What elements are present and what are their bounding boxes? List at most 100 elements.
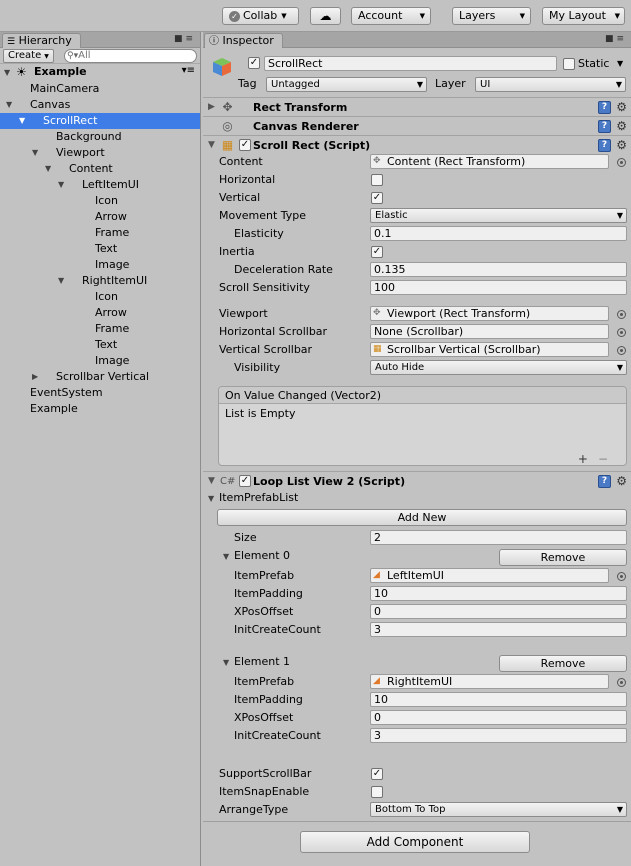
object-picker-icon[interactable] bbox=[617, 158, 626, 167]
hierarchy-search[interactable]: ⚲▾ bbox=[64, 49, 197, 63]
expand-arrow-icon[interactable]: ▼ bbox=[208, 137, 215, 154]
init-create-count-field[interactable]: 3 bbox=[370, 622, 627, 637]
menu-icon[interactable]: ≡ bbox=[616, 34, 627, 44]
size-field[interactable]: 2 bbox=[370, 530, 627, 545]
vertical-scrollbar-field[interactable]: ▦ Scrollbar Vertical (Scrollbar) bbox=[370, 342, 609, 357]
tree-item[interactable]: Image bbox=[0, 353, 200, 369]
add-new-button[interactable]: Add New bbox=[217, 509, 627, 526]
loop-list-enabled-checkbox[interactable]: ✓ bbox=[239, 475, 251, 487]
tree-item[interactable]: Icon bbox=[0, 289, 200, 305]
static-dropdown-icon[interactable]: ▼ bbox=[617, 59, 623, 68]
expand-arrow-icon[interactable]: ▼ bbox=[208, 494, 214, 503]
inertia-checkbox[interactable]: ✓ bbox=[371, 246, 383, 258]
tree-item[interactable]: Icon bbox=[0, 193, 200, 209]
object-name-field[interactable]: ScrollRect bbox=[264, 56, 557, 71]
movement-type-dropdown[interactable]: Elastic ▼ bbox=[370, 208, 627, 223]
active-checkbox[interactable]: ✓ bbox=[248, 57, 260, 69]
tab-inspector[interactable]: ⓘ Inspector bbox=[204, 33, 283, 48]
expand-arrow-icon[interactable]: ▶ bbox=[32, 369, 38, 385]
create-dropdown[interactable]: Create ▼ bbox=[3, 49, 54, 63]
remove-element-0-button[interactable]: Remove bbox=[499, 549, 627, 566]
static-checkbox[interactable] bbox=[563, 58, 575, 70]
expand-arrow-icon[interactable]: ▼ bbox=[19, 113, 25, 129]
tree-item[interactable]: Image bbox=[0, 257, 200, 273]
object-picker-icon[interactable] bbox=[617, 346, 626, 355]
item-padding-field[interactable]: 10 bbox=[370, 586, 627, 601]
expand-arrow-icon[interactable]: ▼ bbox=[208, 473, 215, 490]
rect-transform-header[interactable]: ▶ ✥ Rect Transform ? ⚙ bbox=[203, 97, 631, 116]
expand-arrow-icon[interactable]: ▼ bbox=[45, 161, 51, 177]
tree-item[interactable]: ▼ RightItemUI bbox=[0, 273, 200, 289]
init-create-count-field[interactable]: 3 bbox=[370, 728, 627, 743]
tree-item[interactable]: ▼ ScrollRect bbox=[0, 113, 200, 129]
object-picker-icon[interactable] bbox=[617, 328, 626, 337]
tree-item[interactable]: ▼ Canvas bbox=[0, 97, 200, 113]
tab-hierarchy[interactable]: ☰ Hierarchy bbox=[2, 33, 81, 48]
gear-icon[interactable]: ⚙ bbox=[616, 473, 627, 490]
tree-item[interactable]: MainCamera bbox=[0, 81, 200, 97]
cloud-button[interactable]: ☁ bbox=[310, 7, 341, 25]
gear-icon[interactable]: ⚙ bbox=[616, 118, 627, 135]
horizontal-scrollbar-field[interactable]: None (Scrollbar) bbox=[370, 324, 609, 339]
object-picker-icon[interactable] bbox=[617, 310, 626, 319]
support-scrollbar-checkbox[interactable]: ✓ bbox=[371, 768, 383, 780]
layers-dropdown[interactable]: Layers ▼ bbox=[452, 7, 531, 25]
horizontal-checkbox[interactable] bbox=[371, 174, 383, 186]
object-picker-icon[interactable] bbox=[617, 572, 626, 581]
tree-item[interactable]: Arrow bbox=[0, 209, 200, 225]
scroll-rect-enabled-checkbox[interactable]: ✓ bbox=[239, 139, 251, 151]
tree-item[interactable]: Text bbox=[0, 337, 200, 353]
lock-icon[interactable]: ■ bbox=[174, 34, 186, 44]
help-icon[interactable]: ? bbox=[598, 139, 611, 152]
layout-dropdown[interactable]: My Layout ▼ bbox=[542, 7, 625, 25]
canvas-renderer-header[interactable]: ◎ Canvas Renderer ? ⚙ bbox=[203, 116, 631, 135]
lock-icon[interactable]: ■ bbox=[605, 34, 617, 44]
arrange-type-dropdown[interactable]: Bottom To Top ▼ bbox=[370, 802, 627, 817]
tree-item[interactable]: ▼ Content bbox=[0, 161, 200, 177]
expand-arrow-icon[interactable]: ▼ bbox=[32, 145, 38, 161]
expand-arrow-icon[interactable]: ▶ bbox=[208, 99, 215, 116]
item-prefab-field[interactable]: ◢ RightItemUI bbox=[370, 674, 609, 689]
gear-icon[interactable]: ⚙ bbox=[616, 99, 627, 116]
item-snap-checkbox[interactable] bbox=[371, 786, 383, 798]
vertical-checkbox[interactable]: ✓ bbox=[371, 192, 383, 204]
content-object-field[interactable]: ✥ Content (Rect Transform) bbox=[370, 154, 609, 169]
xpos-offset-field[interactable]: 0 bbox=[370, 604, 627, 619]
object-picker-icon[interactable] bbox=[617, 678, 626, 687]
deceleration-rate-field[interactable]: 0.135 bbox=[370, 262, 627, 277]
expand-arrow-icon[interactable]: ▼ bbox=[223, 658, 229, 667]
tree-item[interactable]: Text bbox=[0, 241, 200, 257]
elasticity-field[interactable]: 0.1 bbox=[370, 226, 627, 241]
add-listener-button[interactable]: + bbox=[578, 452, 598, 466]
item-padding-field[interactable]: 10 bbox=[370, 692, 627, 707]
help-icon[interactable]: ? bbox=[598, 120, 611, 133]
help-icon[interactable]: ? bbox=[598, 101, 611, 114]
tree-item[interactable]: ▼ Viewport bbox=[0, 145, 200, 161]
tag-dropdown[interactable]: Untagged ▼ bbox=[266, 77, 427, 92]
search-input[interactable] bbox=[78, 50, 179, 61]
expand-arrow-icon[interactable]: ▼ bbox=[223, 552, 229, 561]
tree-item[interactable]: ▼ LeftItemUI bbox=[0, 177, 200, 193]
xpos-offset-field[interactable]: 0 bbox=[370, 710, 627, 725]
visibility-dropdown[interactable]: Auto Hide ▼ bbox=[370, 360, 627, 375]
expand-arrow-icon[interactable]: ▼ bbox=[6, 97, 12, 113]
tree-item[interactable]: ▶ Scrollbar Vertical bbox=[0, 369, 200, 385]
tree-item[interactable]: Frame bbox=[0, 321, 200, 337]
viewport-object-field[interactable]: ✥ Viewport (Rect Transform) bbox=[370, 306, 609, 321]
tree-item[interactable]: Arrow bbox=[0, 305, 200, 321]
item-prefab-field[interactable]: ◢ LeftItemUI bbox=[370, 568, 609, 583]
scene-row[interactable]: ▼ ☀ Example ▾≡ bbox=[0, 64, 200, 81]
tree-item[interactable]: EventSystem bbox=[0, 385, 200, 401]
collab-button[interactable]: ✓ Collab ▼ bbox=[222, 7, 299, 25]
tree-item[interactable]: Example bbox=[0, 401, 200, 417]
scroll-sensitivity-field[interactable]: 100 bbox=[370, 280, 627, 295]
gear-icon[interactable]: ⚙ bbox=[616, 137, 627, 154]
add-component-button[interactable]: Add Component bbox=[300, 831, 530, 853]
expand-arrow-icon[interactable]: ▼ bbox=[4, 68, 10, 77]
tree-item[interactable]: Frame bbox=[0, 225, 200, 241]
help-icon[interactable]: ? bbox=[598, 475, 611, 488]
remove-element-1-button[interactable]: Remove bbox=[499, 655, 627, 672]
menu-icon[interactable]: ≡ bbox=[185, 34, 196, 44]
scroll-rect-header[interactable]: ▼ ▦ ✓ Scroll Rect (Script) ? ⚙ bbox=[203, 135, 631, 154]
layer-dropdown[interactable]: UI ▼ bbox=[475, 77, 626, 92]
